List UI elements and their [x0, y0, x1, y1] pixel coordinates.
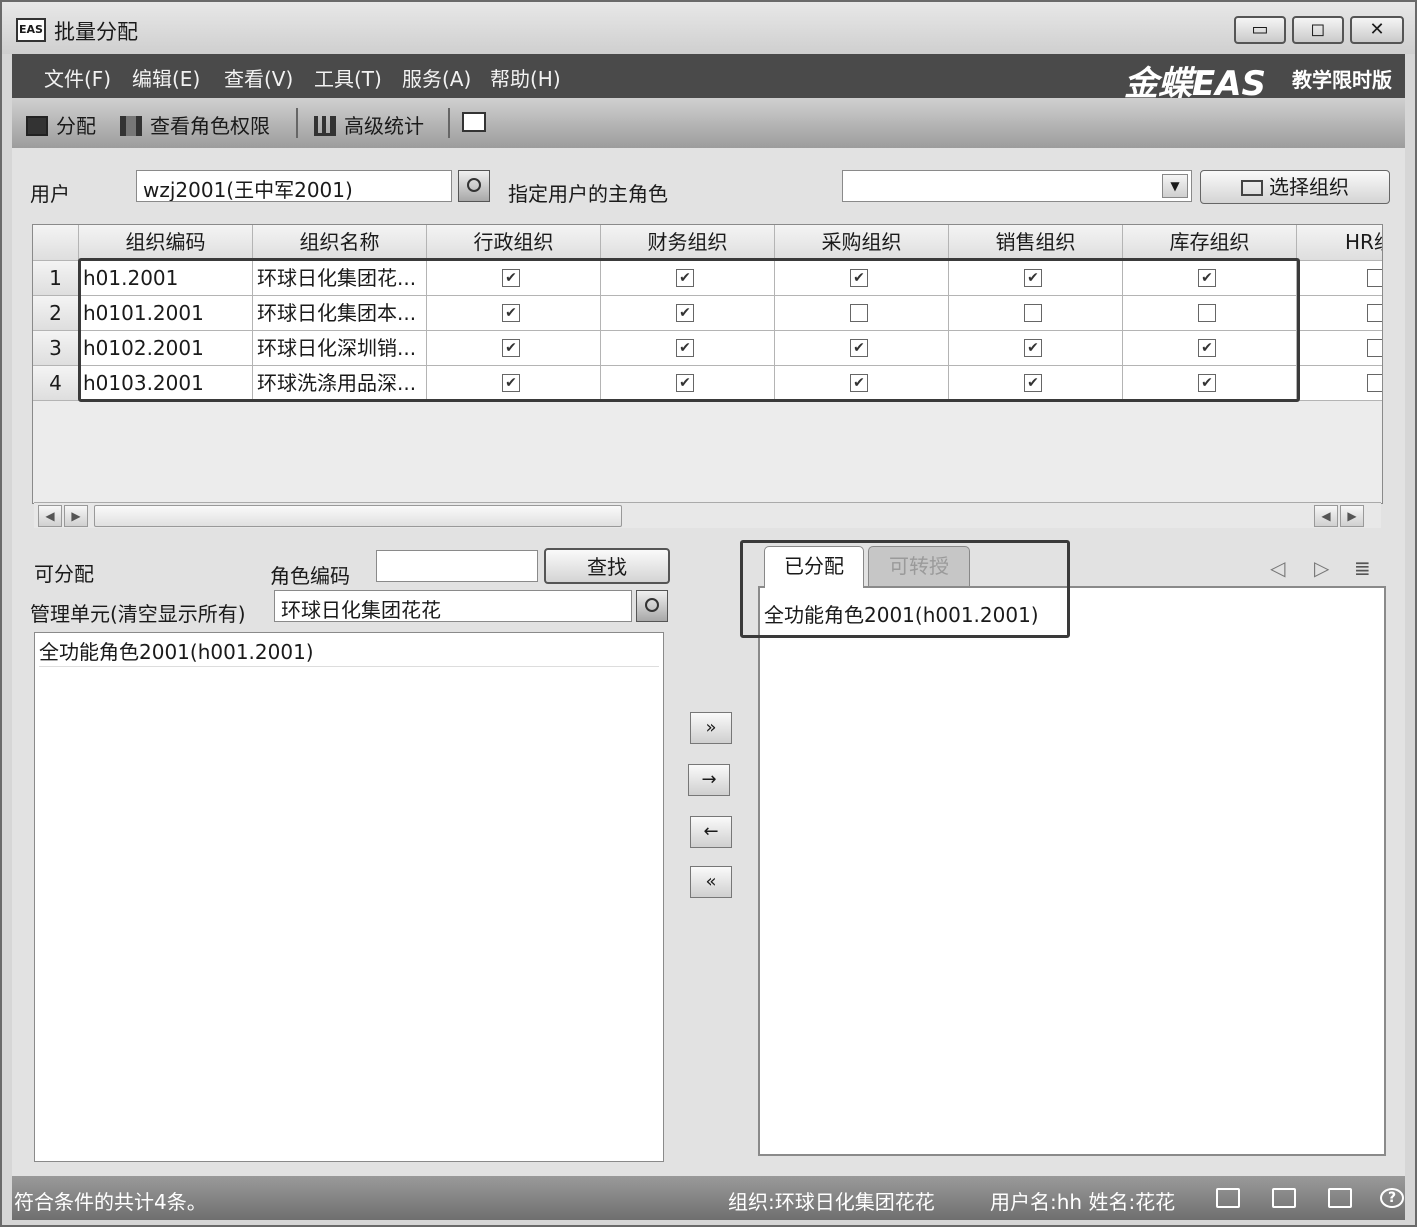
view-role-rights-button[interactable]: 查看角色权限 [120, 110, 270, 139]
list-item[interactable]: 全功能角色2001(h001.2001) [39, 637, 659, 667]
status-org: 组织:环球日化集团花花 [728, 1190, 935, 1214]
close-button[interactable]: ✕ [1350, 16, 1404, 44]
col-inventory-org[interactable]: 库存组织 [1123, 225, 1297, 261]
org-tree-icon [1241, 180, 1263, 196]
role-code-label: 角色编码 [270, 564, 350, 588]
role-code-input[interactable] [376, 550, 538, 582]
assigned-roles-list[interactable]: 全功能角色2001(h001.2001) [758, 586, 1386, 1156]
binoculars-icon [120, 116, 142, 136]
status-user: 用户名:hh 姓名:花花 [990, 1190, 1176, 1214]
admin-unit-field[interactable]: 环球日化集团花花 [274, 590, 632, 622]
advanced-stats-button[interactable]: 高级统计 [314, 110, 424, 139]
scroll-left-icon[interactable]: ◀ [1314, 505, 1338, 527]
notes-icon[interactable] [1272, 1188, 1296, 1208]
col-finance-org[interactable]: 财务组织 [601, 225, 775, 261]
assign-button[interactable]: 分配 [26, 110, 96, 139]
prev-icon[interactable]: ◁ [1270, 556, 1285, 580]
checkbox-unchecked[interactable] [1367, 374, 1382, 392]
row-number: 3 [33, 331, 79, 366]
select-org-button[interactable]: 选择组织 [1200, 170, 1390, 204]
col-purchase-org[interactable]: 采购组织 [775, 225, 949, 261]
status-bar: 符合条件的共计4条。 组织:环球日化集团花花 用户名:hh 姓名:花花 ? [12, 1176, 1405, 1220]
scroll-thumb[interactable] [94, 505, 622, 527]
checkbox-cell [1297, 366, 1382, 401]
chevron-down-icon[interactable]: ▼ [1162, 174, 1188, 198]
checkbox-cell [1297, 296, 1382, 331]
maximize-button[interactable]: ◻ [1292, 16, 1344, 44]
scroll-right-icon[interactable]: ▶ [1340, 505, 1364, 527]
user-field[interactable]: wzj2001(王中军2001) [136, 170, 452, 202]
available-label: 可分配 [34, 562, 94, 586]
scroll-right-icon[interactable]: ▶ [64, 505, 88, 527]
edition-label: 教学限时版 [1292, 68, 1392, 92]
menu-view[interactable]: 查看(V) [224, 63, 293, 92]
bar-chart-icon [314, 116, 336, 136]
menu-bar: 文件(F) 编辑(E) 查看(V) 工具(T) 服务(A) 帮助(H) 金蝶EA… [12, 54, 1405, 104]
toolbar-separator [296, 108, 298, 138]
col-hr-org[interactable]: HR组 [1297, 225, 1382, 261]
checkbox-unchecked[interactable] [1367, 304, 1382, 322]
checkbox-cell [1297, 261, 1382, 296]
menu-tools[interactable]: 工具(T) [314, 63, 382, 92]
exit-icon [462, 112, 486, 132]
menu-service[interactable]: 服务(A) [402, 63, 471, 92]
scroll-left-icon[interactable]: ◀ [38, 505, 62, 527]
menu-file[interactable]: 文件(F) [44, 63, 111, 92]
minimize-button[interactable]: ▭ [1234, 16, 1286, 44]
row-number: 1 [33, 261, 79, 296]
toolbar-separator [448, 108, 450, 138]
col-sales-org[interactable]: 销售组织 [949, 225, 1123, 261]
grid-corner [33, 225, 79, 261]
col-org-name[interactable]: 组织名称 [253, 225, 427, 261]
user-label: 用户 [30, 182, 70, 206]
col-org-code[interactable]: 组织编码 [79, 225, 253, 261]
checkbox-unchecked[interactable] [1367, 339, 1382, 357]
row-number: 2 [33, 296, 79, 331]
checkbox-cell [1297, 331, 1382, 366]
menu-edit[interactable]: 编辑(E) [132, 63, 200, 92]
remove-all-button[interactable]: « [690, 866, 732, 898]
record-count: 符合条件的共计4条。 [14, 1190, 207, 1214]
main-role-label: 指定用户的主角色 [508, 182, 668, 206]
next-icon[interactable]: ▷ [1314, 556, 1329, 580]
menu-help[interactable]: 帮助(H) [490, 63, 561, 92]
toolbar: 分配 查看角色权限 高级统计 [12, 98, 1405, 148]
list-menu-icon[interactable]: ≣ [1354, 556, 1371, 580]
title-bar: EAS 批量分配 ▭ ◻ ✕ [2, 2, 1415, 54]
calculator-icon[interactable] [1328, 1188, 1352, 1208]
batch-assign-window: EAS 批量分配 ▭ ◻ ✕ 文件(F) 编辑(E) 查看(V) 工具(T) 服… [0, 0, 1417, 1227]
admin-unit-picker-button[interactable] [636, 590, 668, 622]
user-picker-button[interactable] [458, 170, 490, 202]
row-number: 4 [33, 366, 79, 401]
remove-button[interactable]: ← [690, 816, 732, 848]
available-roles-list[interactable]: 全功能角色2001(h001.2001) [34, 632, 664, 1162]
grid-highlight-box [78, 258, 1300, 402]
content-area: 用户 wzj2001(王中军2001) 指定用户的主角色 ▼ 选择组织 组织编码… [12, 148, 1405, 1176]
tab-assigned[interactable]: 已分配 [764, 546, 864, 588]
save-disk-icon [26, 116, 48, 136]
add-all-button[interactable]: » [690, 712, 732, 744]
message-icon[interactable] [1216, 1188, 1240, 1208]
grid-horizontal-scrollbar[interactable]: ◀ ▶ ◀ ▶ [34, 502, 1381, 528]
add-button[interactable]: → [688, 764, 730, 796]
main-role-select[interactable] [842, 170, 1192, 202]
window-title: 批量分配 [54, 20, 138, 44]
app-logo-icon: EAS [16, 18, 46, 42]
col-admin-org[interactable]: 行政组织 [427, 225, 601, 261]
help-icon[interactable]: ? [1380, 1188, 1404, 1208]
admin-unit-label: 管理单元(清空显示所有) [30, 602, 246, 626]
checkbox-unchecked[interactable] [1367, 269, 1382, 287]
exit-button[interactable] [462, 110, 494, 134]
find-button[interactable]: 查找 [544, 548, 670, 584]
